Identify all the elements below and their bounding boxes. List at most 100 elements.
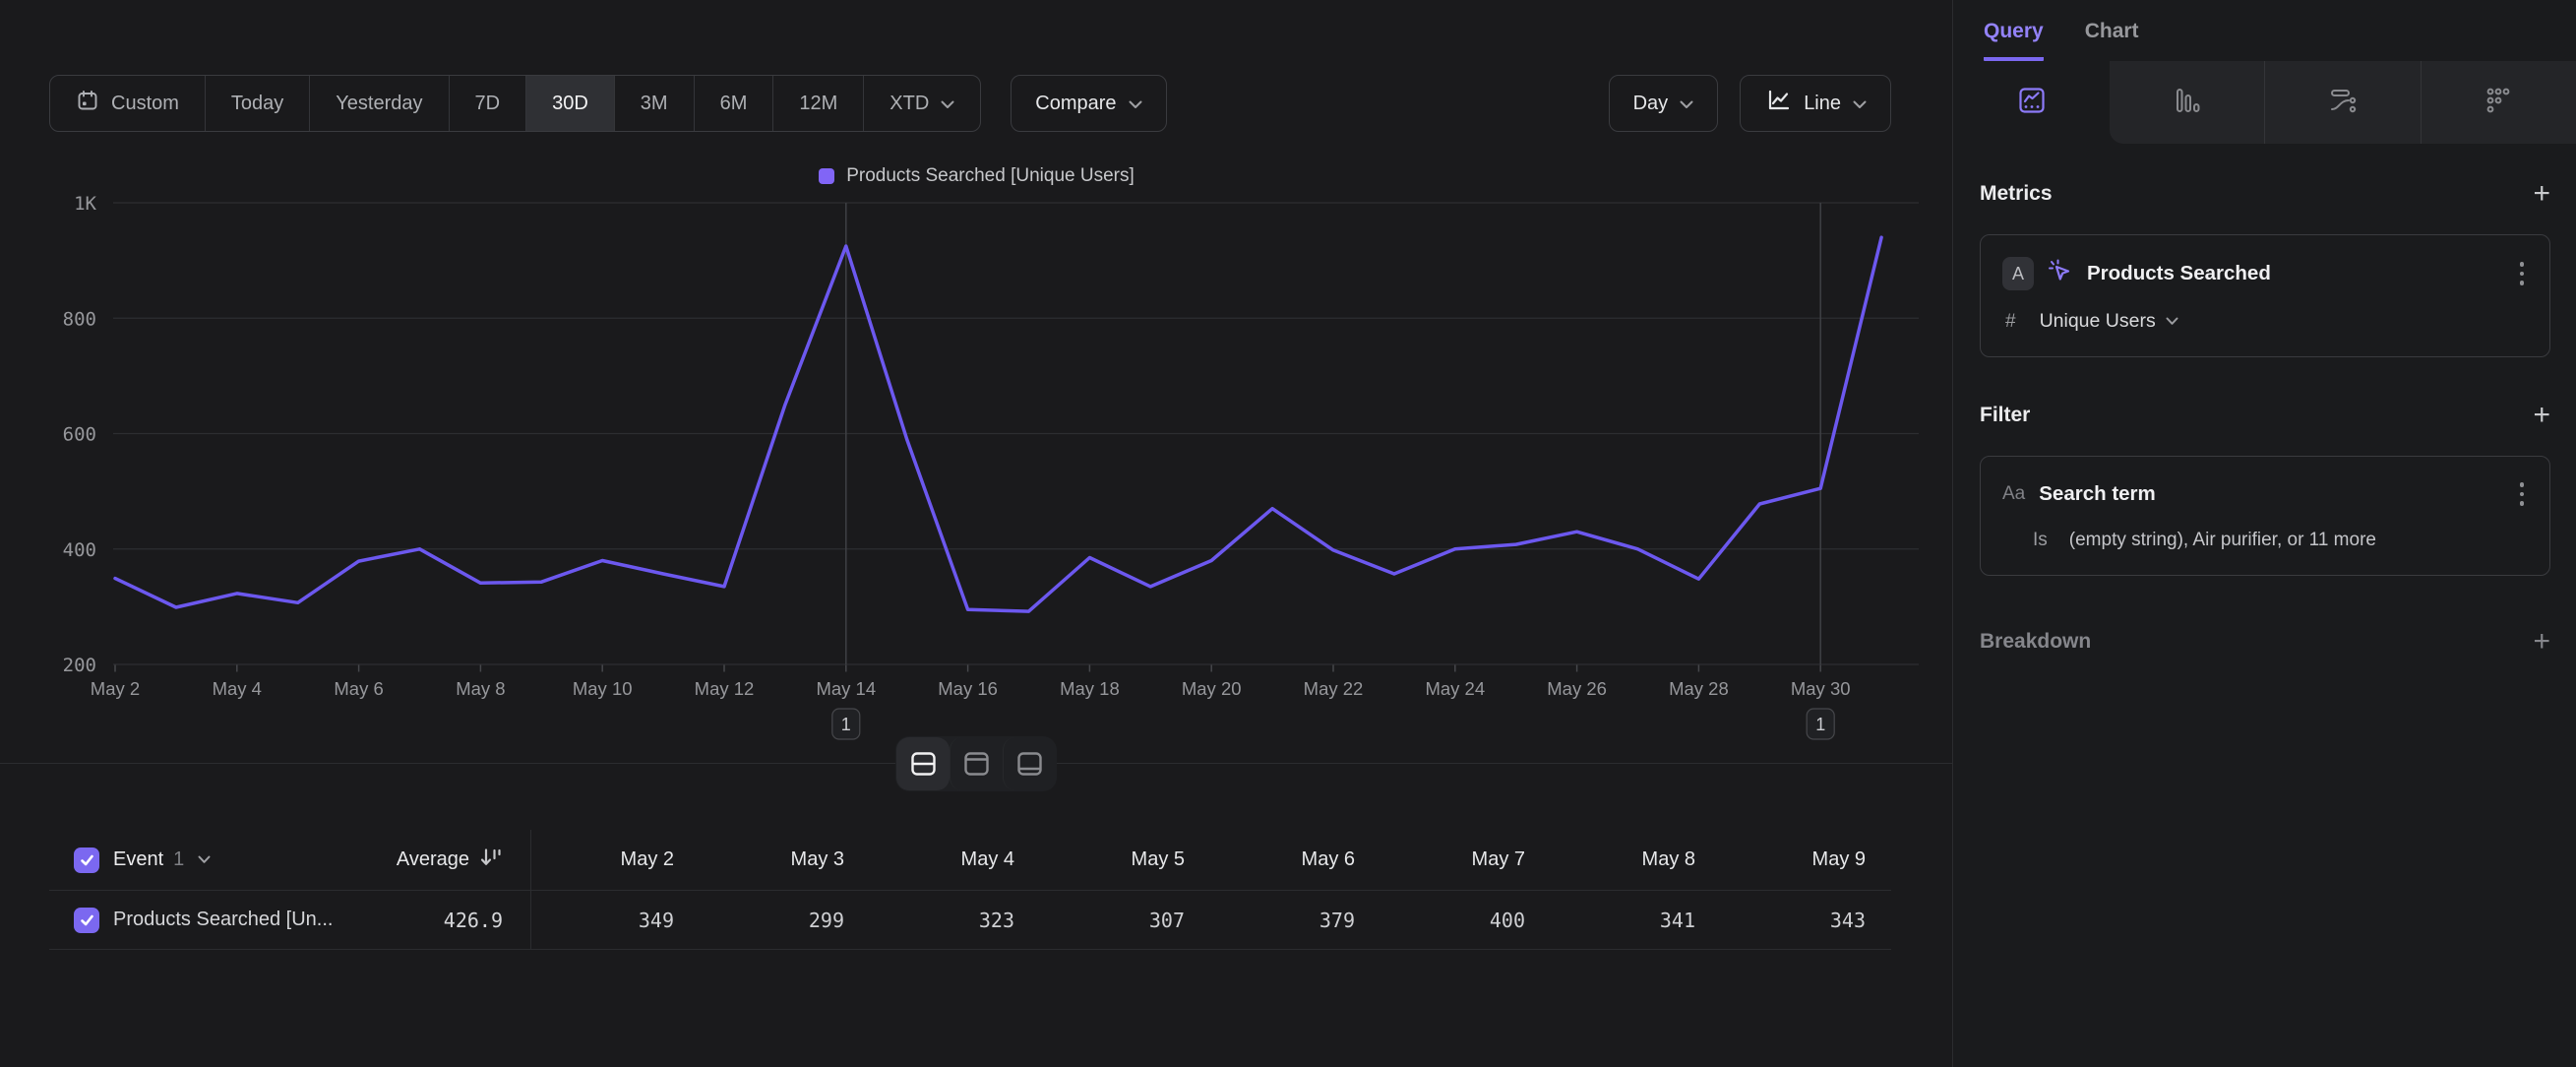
view-tab-retention[interactable] bbox=[2421, 61, 2576, 144]
day-column-header[interactable]: May 5 bbox=[1040, 848, 1210, 871]
view-tab-flow[interactable] bbox=[2264, 61, 2420, 144]
chart-legend: Products Searched [Unique Users] bbox=[0, 165, 1953, 187]
add-filter-button[interactable]: + bbox=[2533, 401, 2550, 430]
series-name: Products Searched [Un... bbox=[113, 909, 333, 931]
date-range-label: 7D bbox=[475, 93, 501, 115]
aggregation-dropdown[interactable]: Unique Users bbox=[2040, 310, 2178, 333]
day-value-cells: 349299323307379400341343 bbox=[529, 909, 1891, 932]
chevron-down-icon bbox=[1853, 100, 1867, 109]
series-checkbox[interactable] bbox=[74, 908, 99, 933]
day-column-header[interactable]: May 6 bbox=[1210, 848, 1380, 871]
add-breakdown-button[interactable]: + bbox=[2533, 627, 2550, 657]
x-axis-tick-label: May 2 bbox=[91, 678, 140, 699]
day-value-cell: 307 bbox=[1040, 909, 1210, 932]
data-table: Event 1 Average May 2May 3May 4May 5May … bbox=[49, 830, 1891, 950]
filter-value[interactable]: (empty string), Air purifier, or 11 more bbox=[2069, 530, 2376, 551]
layout-split-view-button[interactable] bbox=[896, 737, 950, 790]
date-range-today[interactable]: Today bbox=[205, 76, 309, 131]
x-axis-tick-label: May 24 bbox=[1425, 678, 1485, 699]
day-column-header[interactable]: May 4 bbox=[870, 848, 1040, 871]
text-property-icon: Aa bbox=[2002, 483, 2025, 505]
filter-kebab-menu[interactable] bbox=[2516, 478, 2529, 510]
day-column-header[interactable]: May 2 bbox=[529, 848, 700, 871]
date-range-yesterday[interactable]: Yesterday bbox=[309, 76, 448, 131]
x-axis-tick-label: May 16 bbox=[938, 678, 998, 699]
x-axis-tick-label: May 8 bbox=[456, 678, 505, 699]
date-range-xtd[interactable]: XTD bbox=[863, 76, 980, 131]
date-range-custom[interactable]: Custom bbox=[50, 76, 205, 131]
compare-button[interactable]: Compare bbox=[1011, 75, 1166, 132]
legend-swatch bbox=[819, 168, 834, 184]
view-tabs-strip bbox=[2110, 61, 2576, 144]
tab-chart[interactable]: Chart bbox=[2085, 20, 2139, 61]
trend-line-series[interactable] bbox=[115, 237, 1881, 611]
view-tab-bar[interactable] bbox=[2110, 61, 2264, 144]
breakdown-section-header: Breakdown + bbox=[1980, 627, 2550, 657]
y-axis-tick-label: 800 bbox=[63, 308, 96, 330]
date-range-label: Custom bbox=[111, 93, 179, 115]
metric-card[interactable]: A Products Searched # Unique Users bbox=[1980, 234, 2550, 357]
date-range-label: 6M bbox=[720, 93, 748, 115]
chevron-down-icon[interactable] bbox=[198, 855, 211, 864]
x-axis-tick-label: May 12 bbox=[695, 678, 755, 699]
granularity-label: Day bbox=[1633, 93, 1669, 115]
granularity-dropdown[interactable]: Day bbox=[1609, 75, 1719, 132]
metric-event-name: Products Searched bbox=[2087, 262, 2271, 285]
chevron-down-icon bbox=[2166, 317, 2178, 326]
select-all-checkbox[interactable] bbox=[74, 847, 99, 873]
date-range-12m[interactable]: 12M bbox=[772, 76, 863, 131]
day-column-header[interactable]: May 8 bbox=[1551, 848, 1721, 871]
tab-query[interactable]: Query bbox=[1984, 20, 2044, 61]
trend-line-chart[interactable]: 1K800600400200May 2May 4May 6May 8May 10… bbox=[0, 187, 1953, 748]
average-value-cell: 426.9 bbox=[353, 909, 529, 932]
view-tab-insights-line[interactable] bbox=[1954, 61, 2110, 144]
day-column-header[interactable]: May 7 bbox=[1380, 848, 1551, 871]
metrics-section-header: Metrics + bbox=[1980, 179, 2550, 209]
layout-chart-only-button[interactable] bbox=[950, 737, 1003, 790]
filter-property-name: Search term bbox=[2039, 482, 2156, 506]
main-area: Custom TodayYesterday 7D 30D 3M 6M 12M XTD Comp… bbox=[0, 0, 1953, 1067]
metric-kebab-menu[interactable] bbox=[2516, 258, 2529, 289]
query-panel: Query Chart bbox=[1954, 0, 2576, 1067]
chart-region: Products Searched [Unique Users] 1K80060… bbox=[0, 157, 1953, 748]
day-value-cell: 343 bbox=[1721, 909, 1891, 932]
panel-tabs: Query Chart bbox=[1954, 0, 2576, 61]
filter-operator[interactable]: Is bbox=[2033, 530, 2048, 551]
date-range-segmented-control: Custom TodayYesterday 7D 30D 3M 6M 12M XTD bbox=[49, 75, 981, 132]
date-range-30d[interactable]: 30D bbox=[525, 76, 614, 131]
average-value: 426.9 bbox=[444, 909, 503, 932]
date-range-7d[interactable]: 7D bbox=[449, 76, 526, 131]
line-chart-icon bbox=[1764, 88, 1792, 119]
chevron-down-icon bbox=[1129, 100, 1142, 109]
day-column-header[interactable]: May 9 bbox=[1721, 848, 1891, 871]
x-axis-tick-label: May 26 bbox=[1547, 678, 1607, 699]
filter-card[interactable]: Aa Search term Is (empty string), Air pu… bbox=[1980, 456, 2550, 576]
add-metric-button[interactable]: + bbox=[2533, 179, 2550, 209]
chart-type-label: Line bbox=[1804, 93, 1841, 115]
x-axis-tick-label: May 14 bbox=[816, 678, 876, 699]
calendar-icon bbox=[76, 89, 99, 118]
day-column-header[interactable]: May 3 bbox=[700, 848, 870, 871]
date-range-label: 3M bbox=[641, 93, 668, 115]
chart-type-dropdown[interactable]: Line bbox=[1740, 75, 1891, 132]
chevron-down-icon bbox=[941, 100, 954, 109]
series-name-cell: Products Searched [Un... bbox=[49, 908, 353, 933]
layout-toggle-group bbox=[895, 736, 1057, 791]
x-axis-tick-label: May 22 bbox=[1304, 678, 1364, 699]
event-label: Event bbox=[113, 848, 163, 871]
view-type-tabs bbox=[1954, 61, 2576, 144]
date-range-3m[interactable]: 3M bbox=[614, 76, 694, 131]
date-range-label: 12M bbox=[799, 93, 837, 115]
average-header-cell[interactable]: Average bbox=[353, 847, 529, 873]
chevron-down-icon bbox=[1680, 100, 1693, 109]
day-header-cells: May 2May 3May 4May 5May 6May 7May 8May 9 bbox=[529, 848, 1891, 871]
x-axis-tick-label: May 20 bbox=[1182, 678, 1242, 699]
x-axis-tick-label: May 30 bbox=[1791, 678, 1851, 699]
y-axis-tick-label: 600 bbox=[63, 424, 96, 446]
retention-dots-icon bbox=[2484, 86, 2513, 120]
bar-chart-icon bbox=[2174, 86, 2201, 120]
layout-table-only-button[interactable] bbox=[1003, 737, 1056, 790]
filter-title: Filter bbox=[1980, 404, 2030, 427]
date-range-6m[interactable]: 6M bbox=[694, 76, 773, 131]
aggregation-label: Unique Users bbox=[2040, 310, 2156, 333]
